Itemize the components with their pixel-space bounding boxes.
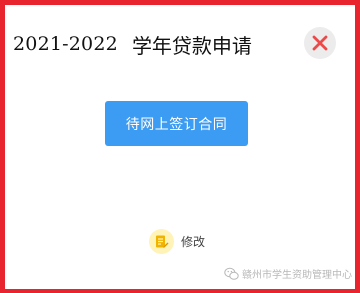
wechat-icon (224, 267, 239, 280)
title-year: 2021-2022 (13, 33, 118, 55)
close-button[interactable] (304, 27, 336, 59)
watermark: 赣州市学生资助管理中心 (224, 266, 352, 281)
modify-button[interactable]: 修改 (149, 228, 205, 254)
modify-label: 修改 (181, 234, 206, 249)
close-icon (312, 35, 328, 51)
dialog-title: 2021-2022 学年贷款申请 (13, 30, 252, 58)
watermark-text: 赣州市学生资助管理中心 (242, 270, 352, 281)
title-text: 学年贷款申请 (131, 33, 252, 58)
edit-document-icon (149, 228, 174, 254)
sign-contract-button[interactable]: 待网上签订合同 (105, 101, 248, 146)
